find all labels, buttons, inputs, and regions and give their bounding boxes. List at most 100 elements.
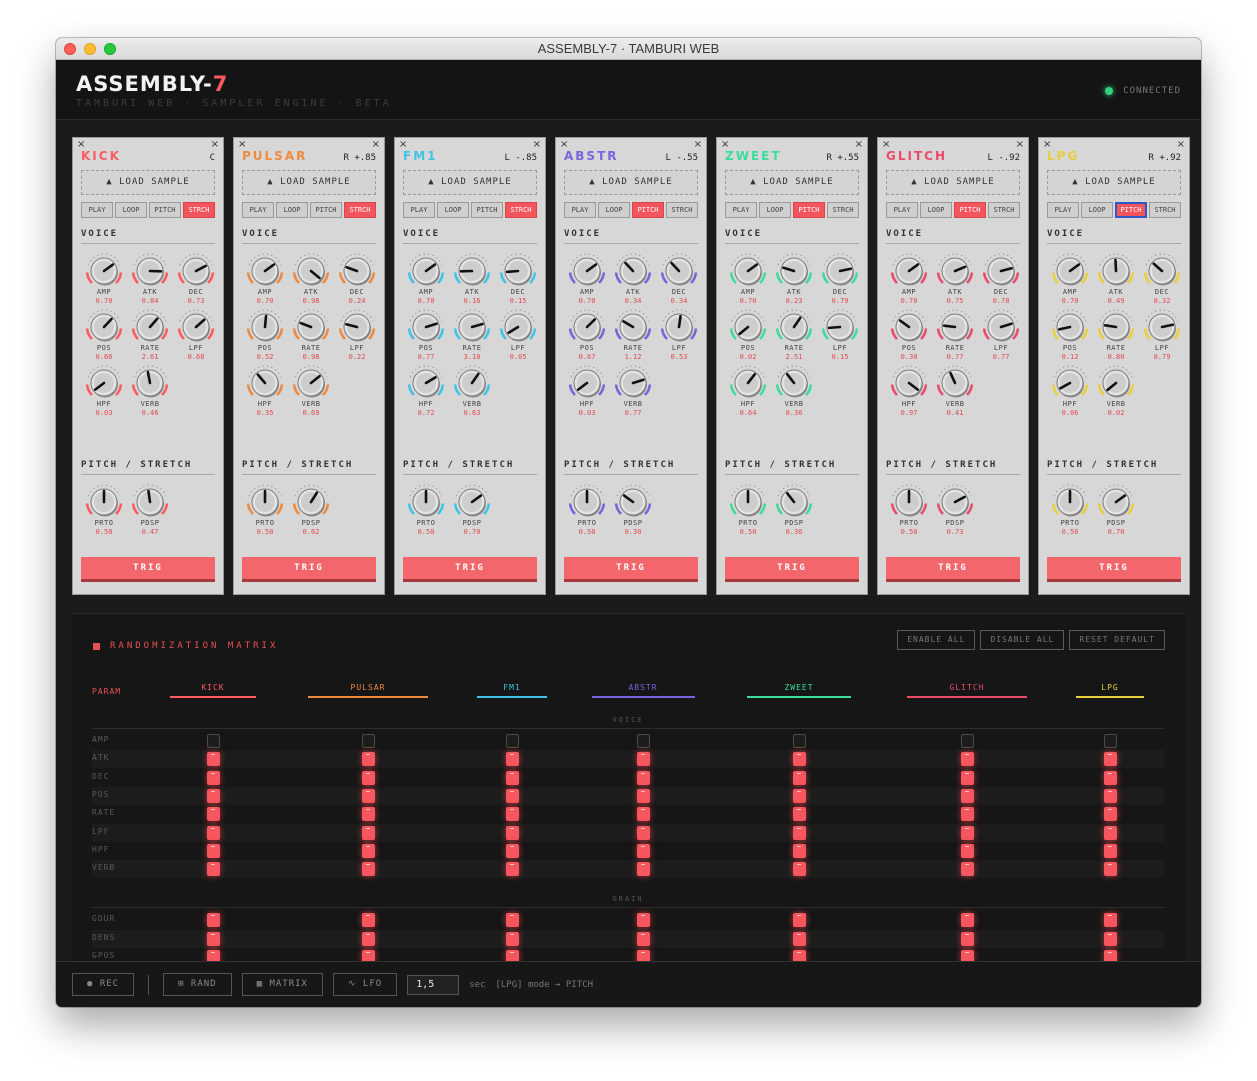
load-sample-button[interactable]: ▲ LOAD SAMPLE <box>242 170 376 195</box>
matrix-toggle-cell[interactable] <box>793 913 806 928</box>
knob-dec[interactable]: DEC 0.73 <box>173 252 219 305</box>
knob-atk[interactable]: ATK 0.49 <box>1093 252 1139 305</box>
matrix-toggle-cell[interactable] <box>961 807 974 822</box>
mode-strch-button[interactable]: STRCH <box>666 202 698 218</box>
knob-prto[interactable]: PRTO 0.50 <box>1047 483 1093 536</box>
matrix-toggle-cell[interactable] <box>207 913 220 928</box>
matrix-toggle-cell[interactable] <box>793 788 806 803</box>
knob-pos[interactable]: POS 0.12 <box>1047 308 1093 361</box>
trigger-button[interactable]: TRIG <box>886 557 1020 582</box>
load-sample-button[interactable]: ▲ LOAD SAMPLE <box>564 170 698 195</box>
matrix-toggle-cell[interactable] <box>637 788 650 803</box>
knob-amp[interactable]: AMP 0.70 <box>564 252 610 305</box>
matrix-toggle-cell[interactable] <box>362 843 375 858</box>
knob-pos[interactable]: POS 0.52 <box>242 308 288 361</box>
matrix-toggle-cell[interactable] <box>1104 807 1117 822</box>
matrix-toggle-cell[interactable] <box>506 931 519 946</box>
track-close-icon[interactable]: × <box>882 139 890 150</box>
matrix-toggle-cell[interactable] <box>793 843 806 858</box>
matrix-toggle-cell[interactable] <box>1104 913 1117 928</box>
knob-hpf[interactable]: HPF 0.03 <box>81 364 127 417</box>
trigger-button[interactable]: TRIG <box>564 557 698 582</box>
matrix-toggle-cell[interactable] <box>207 843 220 858</box>
matrix-toggle-cell[interactable] <box>1104 734 1117 748</box>
matrix-toggle-cell[interactable] <box>961 843 974 858</box>
matrix-toggle-cell[interactable] <box>1104 825 1117 840</box>
matrix-toggle-cell[interactable] <box>207 807 220 822</box>
knob-verb[interactable]: VERB 0.41 <box>932 364 978 417</box>
mode-play-button[interactable]: PLAY <box>1047 202 1079 218</box>
track-remove-icon[interactable]: × <box>855 139 863 150</box>
disable-all-button[interactable]: DISABLE ALL <box>980 630 1065 650</box>
knob-pos[interactable]: POS 0.02 <box>725 308 771 361</box>
knob-rate[interactable]: RATE 2.51 <box>771 308 817 361</box>
knob-prto[interactable]: PRTO 0.50 <box>81 483 127 536</box>
matrix-toggle-cell[interactable] <box>506 862 519 877</box>
knob-atk[interactable]: ATK 0.98 <box>288 252 334 305</box>
knob-verb[interactable]: VERB 0.69 <box>288 364 334 417</box>
matrix-toggle-cell[interactable] <box>362 734 375 748</box>
knob-amp[interactable]: AMP 0.70 <box>1047 252 1093 305</box>
knob-atk[interactable]: ATK 0.34 <box>610 252 656 305</box>
matrix-toggle-cell[interactable] <box>207 862 220 877</box>
matrix-toggle-cell[interactable] <box>1104 752 1117 767</box>
mode-play-button[interactable]: PLAY <box>886 202 918 218</box>
lfo-button[interactable]: ∿ LFO <box>332 973 398 996</box>
knob-pos[interactable]: POS 0.77 <box>403 308 449 361</box>
mode-loop-button[interactable]: LOOP <box>920 202 952 218</box>
track-close-icon[interactable]: × <box>77 139 85 150</box>
mode-strch-button[interactable]: STRCH <box>827 202 859 218</box>
knob-lpf[interactable]: LPF 0.53 <box>656 308 702 361</box>
knob-amp[interactable]: AMP 0.70 <box>886 252 932 305</box>
matrix-toggle-cell[interactable] <box>961 862 974 877</box>
knob-prto[interactable]: PRTO 0.50 <box>564 483 610 536</box>
trigger-button[interactable]: TRIG <box>81 557 215 582</box>
knob-prto[interactable]: PRTO 0.50 <box>403 483 449 536</box>
matrix-button[interactable]: ▦ MATRIX <box>241 973 323 996</box>
matrix-toggle-cell[interactable] <box>637 843 650 858</box>
mode-pitch-button[interactable]: PITCH <box>149 202 181 218</box>
knob-verb[interactable]: VERB 0.36 <box>771 364 817 417</box>
mode-play-button[interactable]: PLAY <box>81 202 113 218</box>
mode-pitch-button[interactable]: PITCH <box>1115 202 1147 218</box>
mode-loop-button[interactable]: LOOP <box>437 202 469 218</box>
knob-verb[interactable]: VERB 0.02 <box>1093 364 1139 417</box>
matrix-toggle-cell[interactable] <box>362 752 375 767</box>
knob-pdsp[interactable]: PDSP 0.30 <box>610 483 656 536</box>
knob-amp[interactable]: AMP 0.70 <box>81 252 127 305</box>
knob-prto[interactable]: PRTO 0.50 <box>725 483 771 536</box>
track-remove-icon[interactable]: × <box>694 139 702 150</box>
knob-atk[interactable]: ATK 0.84 <box>127 252 173 305</box>
knob-atk[interactable]: ATK 0.75 <box>932 252 978 305</box>
matrix-toggle-cell[interactable] <box>637 807 650 822</box>
knob-rate[interactable]: RATE 0.77 <box>932 308 978 361</box>
knob-pos[interactable]: POS 0.67 <box>564 308 610 361</box>
track-close-icon[interactable]: × <box>560 139 568 150</box>
knob-lpf[interactable]: LPF 0.79 <box>1139 308 1185 361</box>
knob-atk[interactable]: ATK 0.23 <box>771 252 817 305</box>
matrix-toggle-cell[interactable] <box>362 931 375 946</box>
matrix-toggle-cell[interactable] <box>637 770 650 785</box>
mode-loop-button[interactable]: LOOP <box>759 202 791 218</box>
matrix-toggle-cell[interactable] <box>961 931 974 946</box>
knob-pos[interactable]: POS 0.66 <box>81 308 127 361</box>
track-remove-icon[interactable]: × <box>211 139 219 150</box>
mode-pitch-button[interactable]: PITCH <box>310 202 342 218</box>
knob-rate[interactable]: RATE 2.61 <box>127 308 173 361</box>
knob-dec[interactable]: DEC 0.32 <box>1139 252 1185 305</box>
mode-strch-button[interactable]: STRCH <box>183 202 215 218</box>
matrix-toggle-cell[interactable] <box>362 788 375 803</box>
mode-loop-button[interactable]: LOOP <box>598 202 630 218</box>
minimize-window-button[interactable] <box>84 43 96 55</box>
matrix-toggle-cell[interactable] <box>1104 788 1117 803</box>
knob-pdsp[interactable]: PDSP 0.73 <box>932 483 978 536</box>
matrix-toggle-cell[interactable] <box>506 913 519 928</box>
matrix-toggle-cell[interactable] <box>637 931 650 946</box>
matrix-toggle-cell[interactable] <box>961 770 974 785</box>
mode-pitch-button[interactable]: PITCH <box>793 202 825 218</box>
knob-prto[interactable]: PRTO 0.50 <box>886 483 932 536</box>
track-remove-icon[interactable]: × <box>1016 139 1024 150</box>
mode-pitch-button[interactable]: PITCH <box>471 202 503 218</box>
knob-dec[interactable]: DEC 0.78 <box>978 252 1024 305</box>
matrix-toggle-cell[interactable] <box>506 752 519 767</box>
